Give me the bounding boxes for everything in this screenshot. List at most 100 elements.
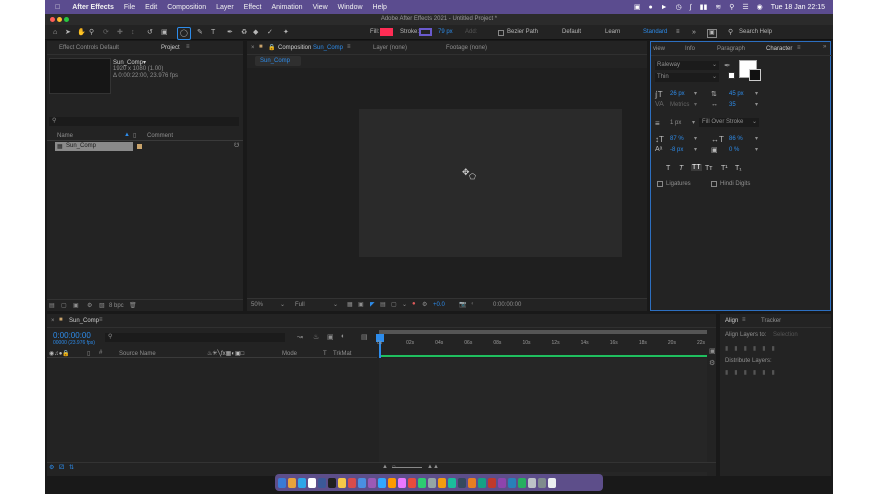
work-area-bar[interactable] [379, 330, 707, 334]
add-label[interactable]: Add: [465, 27, 477, 38]
zoom-tool-icon[interactable]: ⚲ [89, 27, 94, 38]
toggle-in-out-icon[interactable]: ⇅ [69, 464, 74, 471]
exposure-reset-icon[interactable]: ⚙ [422, 301, 427, 308]
comp-button-icon[interactable]: ▣ [709, 347, 716, 355]
column-comment[interactable]: Comment [147, 133, 173, 139]
photos-icon[interactable] [438, 477, 446, 488]
superscript-button[interactable]: T¹ [721, 165, 728, 172]
snapshot-icon[interactable]: 📷 [459, 301, 466, 308]
graph-editor-icon[interactable]: ▤ [361, 333, 368, 341]
clock-icon[interactable]: ◷ [676, 3, 682, 11]
composition-menu-icon[interactable]: ≡ [347, 44, 351, 50]
workspace-learn[interactable]: Learn [605, 27, 620, 38]
hand-tool-icon[interactable]: ✋ [77, 27, 86, 38]
faux-bold-button[interactable]: T [666, 165, 670, 172]
interpret-footage-icon[interactable]: ▤ [49, 302, 55, 309]
transparency-grid-icon[interactable]: ▣ [358, 301, 364, 308]
eyedropper-icon[interactable]: ✒ [724, 61, 731, 70]
settings-icon[interactable] [428, 477, 436, 488]
project-search-input[interactable]: ⚲ [49, 117, 239, 126]
premiere-icon[interactable] [398, 477, 406, 488]
bluetooth-icon[interactable]: ∫ [690, 4, 692, 11]
tab-tracker[interactable]: Tracker [761, 318, 781, 324]
wifi-icon[interactable]: ≋ [715, 3, 721, 11]
small-caps-button[interactable]: Tᴛ [705, 165, 712, 172]
menu-animation[interactable]: Animation [271, 4, 302, 11]
bit-depth-label[interactable]: 8 bpc [109, 303, 124, 309]
av-switches-icons[interactable]: ◉♫●🔒 [49, 350, 70, 357]
leading-value[interactable]: 45 px [729, 91, 744, 97]
tab-character[interactable]: Character [766, 46, 792, 52]
sync-settings-icon[interactable]: ▣ [707, 29, 717, 38]
terminal-icon[interactable] [328, 477, 336, 488]
comp-name[interactable]: Sun_Comp▾ [113, 59, 146, 66]
maps-icon[interactable] [448, 477, 456, 488]
clone-stamp-icon[interactable]: ♻ [241, 27, 247, 38]
facetime-icon[interactable] [418, 477, 426, 488]
stroke-width-value[interactable]: 79 px [438, 27, 453, 38]
stroke-width-value[interactable]: 1 px [670, 120, 681, 126]
menu-edit[interactable]: Edit [145, 4, 157, 11]
siri-icon[interactable]: ◉ [757, 3, 763, 11]
layer-switches-icons[interactable]: ♨✳╲fx▦◐▣□ [207, 350, 244, 357]
timeline-zoom-slider[interactable] [392, 467, 422, 468]
search-help-icon[interactable]: ⚲ [728, 27, 733, 38]
illustrator-icon[interactable] [388, 477, 396, 488]
close-timeline-icon[interactable]: × [51, 318, 55, 324]
screen-record-icon[interactable]: ▣ [634, 3, 641, 11]
keynote-icon[interactable] [508, 477, 516, 488]
zoom-window-button[interactable] [64, 17, 69, 22]
tab-paragraph[interactable]: Paragraph [717, 46, 745, 52]
tsume-value[interactable]: 0 % [729, 147, 739, 153]
timeline-menu-icon[interactable]: ≡ [99, 317, 103, 323]
search-help-label[interactable]: Search Help [739, 27, 772, 38]
shy-layers-icon[interactable]: ♨ [313, 333, 319, 341]
bezier-path-checkbox[interactable] [498, 30, 504, 36]
photoshop-icon[interactable] [378, 477, 386, 488]
menu-file[interactable]: File [124, 4, 135, 11]
workspace-default[interactable]: Default [562, 27, 581, 38]
current-time[interactable]: 0:00:00:00 [53, 331, 91, 340]
menu-app-name[interactable]: After Effects [72, 4, 114, 11]
chevron-down-icon[interactable]: ⌄ [402, 301, 407, 308]
notes-icon[interactable] [338, 477, 346, 488]
chevron-down-icon[interactable]: ▾ [694, 101, 697, 108]
character-menu-icon[interactable]: ≡ [797, 45, 801, 51]
project-item-row[interactable]: ▦ Sun_Comp [55, 142, 133, 151]
preview-icon[interactable] [528, 477, 536, 488]
project-menu-icon[interactable]: ≡ [186, 44, 190, 50]
podcasts-icon[interactable] [498, 477, 506, 488]
baseline-shift-value[interactable]: -8 px [670, 147, 683, 153]
show-snapshot-icon[interactable]: ◐ [471, 301, 475, 307]
after-effects-dock-icon[interactable] [368, 477, 376, 488]
composition-canvas[interactable] [359, 109, 622, 257]
label-column-icon[interactable]: ▯ [133, 132, 136, 139]
column-name[interactable]: Name [57, 133, 73, 139]
menu-help[interactable]: Help [373, 4, 387, 11]
close-window-button[interactable] [50, 17, 55, 22]
comp-mini-flowchart-icon[interactable]: ↝ [297, 333, 303, 341]
chevron-down-icon[interactable]: ▾ [755, 90, 758, 97]
distribute-buttons[interactable]: ▮▮▮▮▮▮ [725, 369, 781, 376]
resolution-value[interactable]: Full [295, 302, 305, 308]
toggle-switches-icon[interactable]: ⚙ [49, 464, 54, 471]
downloads-icon[interactable] [538, 477, 546, 488]
region-of-interest-icon[interactable]: ▢ [391, 301, 397, 308]
label-color-swatch[interactable] [137, 144, 142, 149]
music-icon[interactable] [408, 477, 416, 488]
home-icon[interactable]: ⌂ [53, 27, 57, 38]
orbit-tool-icon[interactable]: ⟳ [103, 27, 109, 38]
safari-icon[interactable] [298, 477, 306, 488]
vertical-scale-value[interactable]: 87 % [670, 136, 684, 142]
trash-dock-icon[interactable] [548, 477, 556, 488]
font-family-select[interactable]: Raleway ⌄ [655, 61, 719, 70]
horizontal-scale-value[interactable]: 86 % [729, 136, 743, 142]
zoom-slider-thumb[interactable]: ○ [392, 464, 396, 470]
tab-align[interactable]: Align [725, 318, 738, 324]
finder-icon[interactable] [278, 477, 286, 488]
search-icon[interactable]: ⚲ [729, 3, 734, 11]
messages-icon[interactable] [318, 477, 326, 488]
roto-brush-icon[interactable]: ✓ [267, 27, 273, 38]
brush-tool-icon[interactable]: ✒ [227, 27, 233, 38]
color-depth-icon[interactable]: ▧ [99, 302, 105, 309]
